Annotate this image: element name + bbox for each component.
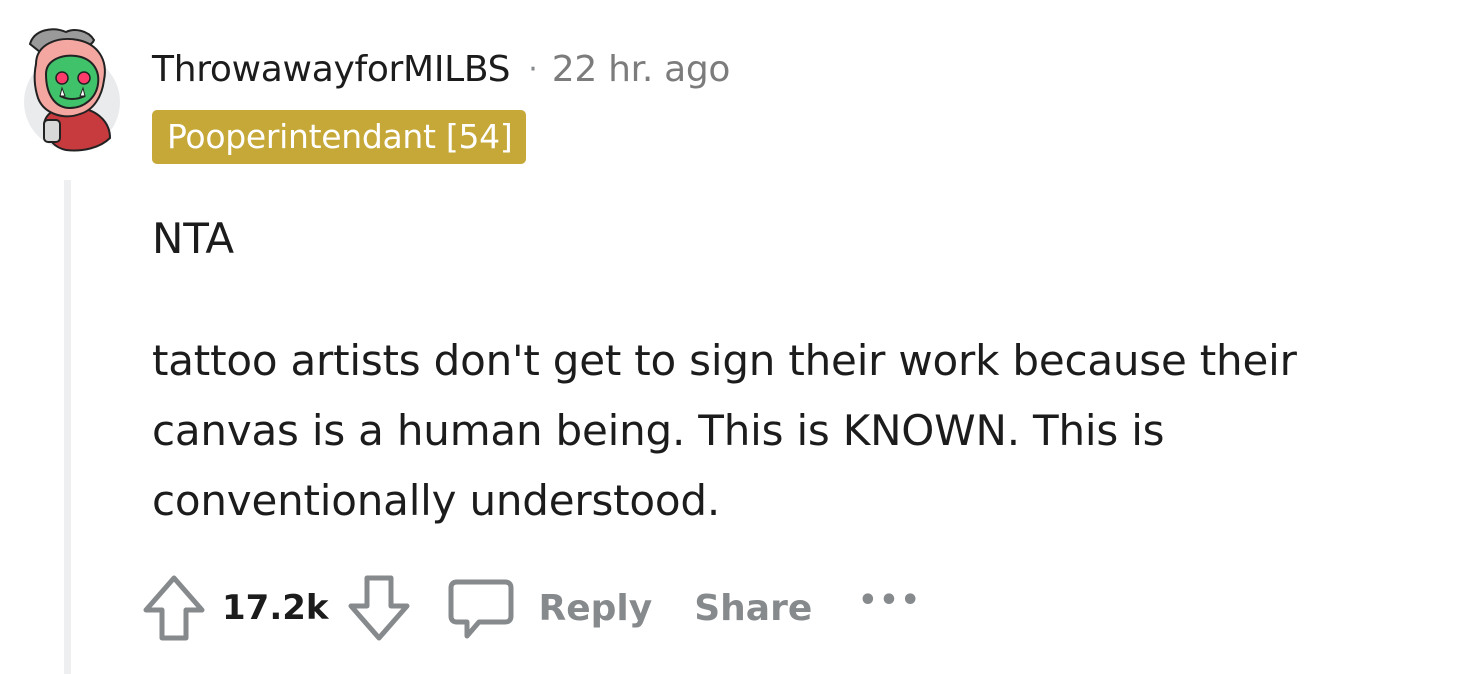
reply-button[interactable]: Reply: [445, 572, 653, 644]
comment-paragraph: tattoo artists don't get to sign their w…: [152, 336, 1297, 525]
downvote-arrow-icon: [348, 575, 409, 641]
comment-body: NTA tattoo artists don't get to sign the…: [152, 204, 1392, 536]
user-flair: Pooperintendant [54]: [152, 110, 527, 164]
comment-header: ThrowawayforMILBS · 22 hr. ago: [152, 44, 730, 94]
share-button[interactable]: Share: [694, 588, 812, 629]
comment-bubble-icon: [448, 579, 513, 639]
downvote-button[interactable]: [345, 572, 413, 644]
avatar[interactable]: [22, 24, 122, 152]
comment-timestamp[interactable]: 22 hr. ago: [552, 49, 731, 90]
reply-label[interactable]: Reply: [539, 588, 653, 629]
avatar-goblin-icon: [24, 28, 120, 152]
vote-count: 17.2k: [222, 588, 329, 628]
comment-paragraph: NTA: [152, 214, 234, 263]
more-options-button[interactable]: •••: [858, 583, 922, 618]
upvote-button[interactable]: [140, 572, 208, 644]
meta-separator: ·: [528, 51, 538, 87]
thread-line[interactable]: [64, 180, 71, 674]
comment-action-bar: 17.2k Reply Share •••: [140, 570, 922, 646]
upvote-arrow-icon: [143, 575, 205, 641]
username-link[interactable]: ThrowawayforMILBS: [152, 49, 511, 90]
